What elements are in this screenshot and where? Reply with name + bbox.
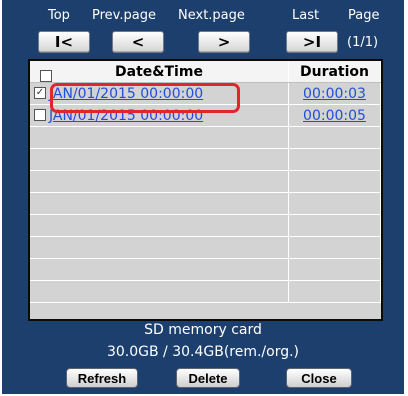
empty-row <box>30 148 381 171</box>
first-page-icon: I< <box>54 33 74 51</box>
empty-row <box>30 214 381 237</box>
refresh-button[interactable]: Refresh <box>66 368 138 388</box>
close-button[interactable]: Close <box>286 368 352 388</box>
prev-page-button[interactable]: < <box>112 31 164 53</box>
prev-page-label: Prev.page <box>92 8 156 23</box>
delete-button[interactable]: Delete <box>176 368 240 388</box>
empty-row <box>30 192 381 215</box>
row-checkbox[interactable]: ✓ <box>34 86 46 99</box>
table-row: ✓ JAN/01/2015 00:00:00 00:00:03 <box>30 82 381 105</box>
date-time-header: Date&Time <box>30 61 289 83</box>
storage-label: SD memory card <box>144 322 262 338</box>
capacity-readout: 30.0GB / 30.4GB(rem./org.) <box>106 344 300 360</box>
table-header-row: Date&Time Duration <box>30 61 381 83</box>
table-cell-date: ✓ JAN/01/2015 00:00:00 <box>30 82 289 105</box>
recording-duration-link[interactable]: 00:00:03 <box>303 86 366 102</box>
recording-list-table: Date&Time Duration ✓ JAN/01/2015 00:00:00… <box>28 59 383 321</box>
select-all-checkbox[interactable] <box>40 70 52 82</box>
empty-row <box>30 280 381 303</box>
date-time-header-label: Date&Time <box>115 63 203 80</box>
last-page-button[interactable]: >I <box>286 31 338 53</box>
page-count: (1/1) <box>347 35 379 50</box>
recording-duration-link[interactable]: 00:00:05 <box>303 108 366 124</box>
row-checkbox[interactable] <box>34 108 46 121</box>
page-label: Page <box>348 8 380 23</box>
recording-date-link[interactable]: JAN/01/2015 00:00:00 <box>49 108 203 124</box>
table-cell-date: JAN/01/2015 00:00:00 <box>30 104 289 127</box>
table-cell-duration: 00:00:05 <box>288 104 381 127</box>
last-page-icon: >I <box>302 33 322 51</box>
empty-row <box>30 170 381 193</box>
table-cell-duration: 00:00:03 <box>288 82 381 105</box>
duration-header: Duration <box>288 61 381 83</box>
chevron-right-icon: > <box>217 33 231 51</box>
empty-row <box>30 258 381 281</box>
top-label: Top <box>48 8 70 23</box>
sd-card-panel: Top Prev.page Next.page Last Page I< < >… <box>2 0 404 394</box>
recording-date-link[interactable]: JAN/01/2015 00:00:00 <box>49 86 203 102</box>
top-page-button[interactable]: I< <box>38 31 90 53</box>
last-label: Last <box>292 8 320 23</box>
empty-row <box>30 126 381 149</box>
next-page-button[interactable]: > <box>198 31 250 53</box>
chevron-left-icon: < <box>131 33 145 51</box>
table-row: JAN/01/2015 00:00:00 00:00:05 <box>30 104 381 127</box>
empty-row <box>30 236 381 259</box>
next-page-label: Next.page <box>178 8 245 23</box>
